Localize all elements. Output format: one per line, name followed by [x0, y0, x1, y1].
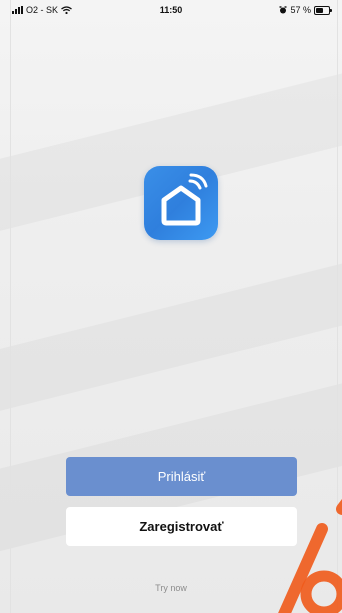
watermark-logo [278, 499, 342, 613]
login-screen: O2 - SK 11:50 57 % Prihlásiť Zaregistrov… [0, 0, 342, 613]
battery-level [316, 7, 323, 13]
smart-home-icon [144, 166, 218, 240]
status-bar: O2 - SK 11:50 57 % [0, 0, 342, 22]
battery-percentage: 57 % [290, 5, 311, 15]
battery-icon [314, 5, 332, 15]
alarm-icon [279, 6, 287, 14]
house-icon [161, 173, 208, 226]
background-shadow [0, 237, 342, 423]
status-right: 57 % [279, 5, 332, 15]
screen-frame-left [10, 0, 11, 613]
